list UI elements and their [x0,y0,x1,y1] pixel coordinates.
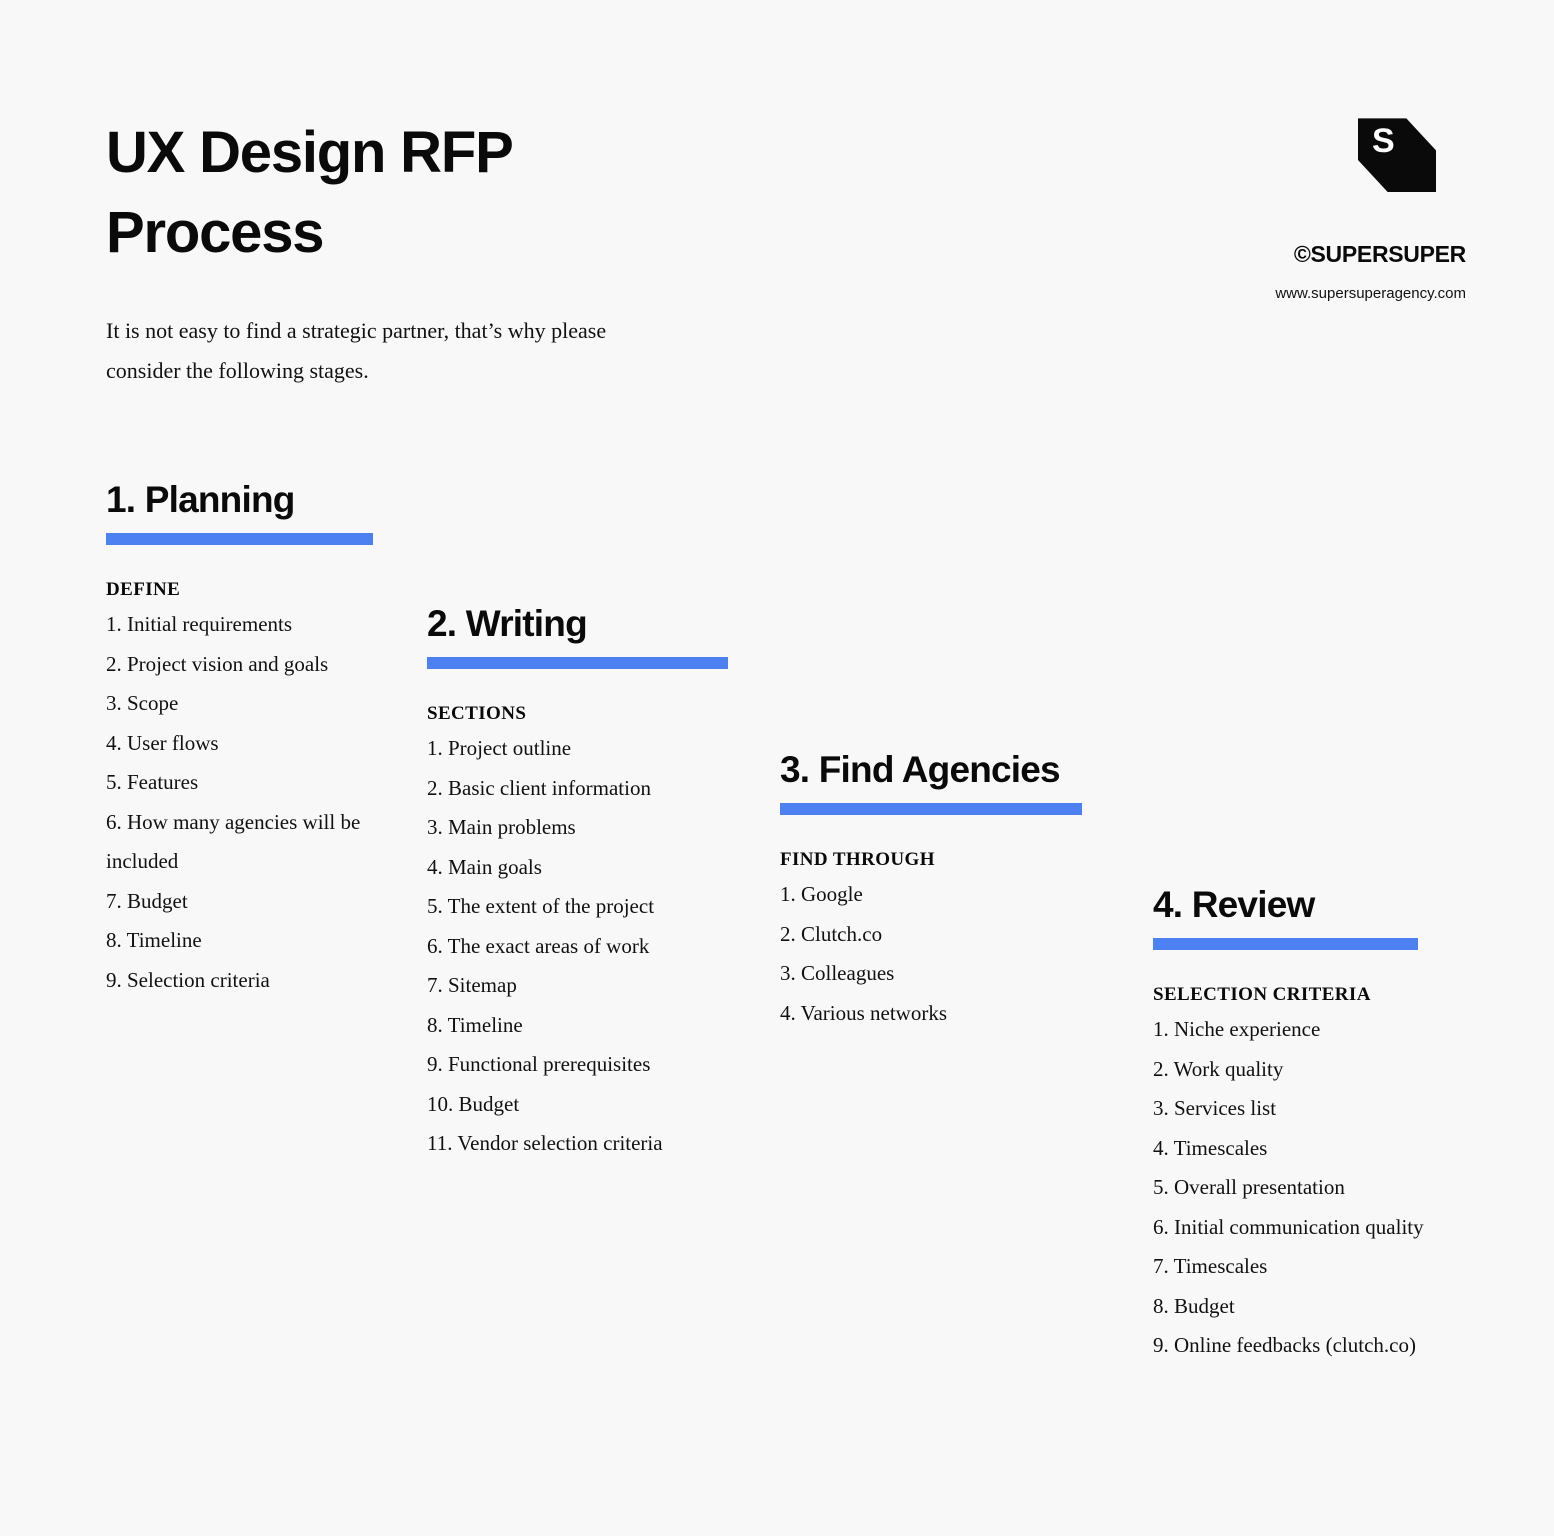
step-label: SELECTION CRITERIA [1153,984,1371,1005]
step-title: 1. Planning [106,479,295,520]
step-label: FIND THROUGH [780,849,935,870]
list-item: 1. Initial requirements [106,612,293,636]
list-item: 4. Main goals [427,854,542,879]
step-planning: 1. Planning DEFINE 1. Initial requiremen… [106,478,406,1000]
list-item: 6. The exact areas of work [427,933,650,958]
step-label: SECTIONS [427,703,527,724]
list-item: 2. Clutch.co [780,921,883,946]
list-item: 5. Features [106,770,199,794]
list-item: 8. Timeline [106,928,202,952]
step-list: 1. Project outline 2. Basic client inform… [427,729,732,1164]
step-accent-rule [780,803,1082,815]
brand-name: ©SUPERSUPER [1293,241,1466,267]
step-list: 1. Initial requirements 2. Project vision… [106,605,406,1000]
list-item: 5. Overall presentation [1153,1175,1345,1199]
page-title: UX Design RFP Process [106,120,513,265]
list-item: 3. Main problems [427,815,576,839]
step-find-agencies: 3. Find Agencies FIND THROUGH 1. Google 2… [780,748,1100,1033]
list-item: 10. Budget [427,1091,520,1116]
list-item: 4. User flows [106,730,219,755]
list-item: 6. How many agencies will be included [106,809,361,874]
tag-logo-icon: S [1358,112,1436,192]
page-subtitle: It is not easy to find a strategic partn… [106,318,607,383]
list-item: 7. Sitemap [427,973,517,997]
step-list: 1. Niche experience 2. Work quality 3. Ser… [1153,1010,1483,1366]
list-item: 7. Budget [106,888,188,913]
logo-letter: S [1372,122,1395,160]
list-item: 2. Basic client information [427,775,651,800]
step-list: 1. Google 2. Clutch.co 3. Colleagues 4. Var… [780,875,1100,1033]
list-item: 4. Various networks [780,1000,948,1025]
list-item: 3. Colleagues [780,961,895,985]
step-label: DEFINE [106,579,181,600]
list-item: 9. Selection criteria [106,967,270,992]
list-item: 4. Timescales [1153,1135,1268,1160]
step-accent-rule [427,657,728,669]
list-item: 9. Online feedbacks (clutch.co) [1153,1333,1416,1357]
list-item: 1. Niche experience [1153,1017,1321,1041]
list-item: 3. Scope [106,691,179,715]
step-review: 4. Review SELECTION CRITERIA 1. Niche ex… [1153,883,1483,1366]
infographic-page: UX Design RFP Process It is not easy to … [0,0,1554,1536]
list-item: 8. Budget [1153,1293,1235,1318]
step-accent-rule [106,533,373,545]
step-writing: 2. Writing SECTIONS 1. Project outline 2.… [427,602,732,1164]
list-item: 2. Work quality [1153,1056,1284,1081]
step-title: 2. Writing [427,603,588,644]
list-item: 2. Project vision and goals [106,651,329,676]
list-item: 1. Google [780,882,863,906]
list-item: 3. Services list [1153,1096,1277,1120]
list-item: 5. The extent of the project [427,894,655,918]
list-item: 9. Functional prerequisites [427,1052,651,1076]
list-item: 6. Initial communication quality [1153,1214,1424,1239]
step-title: 3. Find Agencies [780,749,1061,790]
tag-shape [1358,118,1436,192]
brand-block: S ©SUPERSUPER www.supersuperagency.com [1066,112,1466,302]
brand-url: www.supersuperagency.com [1275,285,1466,302]
list-item: 11. Vendor selection criteria [427,1131,663,1155]
list-item: 7. Timescales [1153,1254,1268,1278]
list-item: 1. Project outline [427,736,572,760]
list-item: 8. Timeline [427,1012,523,1037]
step-accent-rule [1153,938,1418,950]
step-title: 4. Review [1153,884,1315,925]
